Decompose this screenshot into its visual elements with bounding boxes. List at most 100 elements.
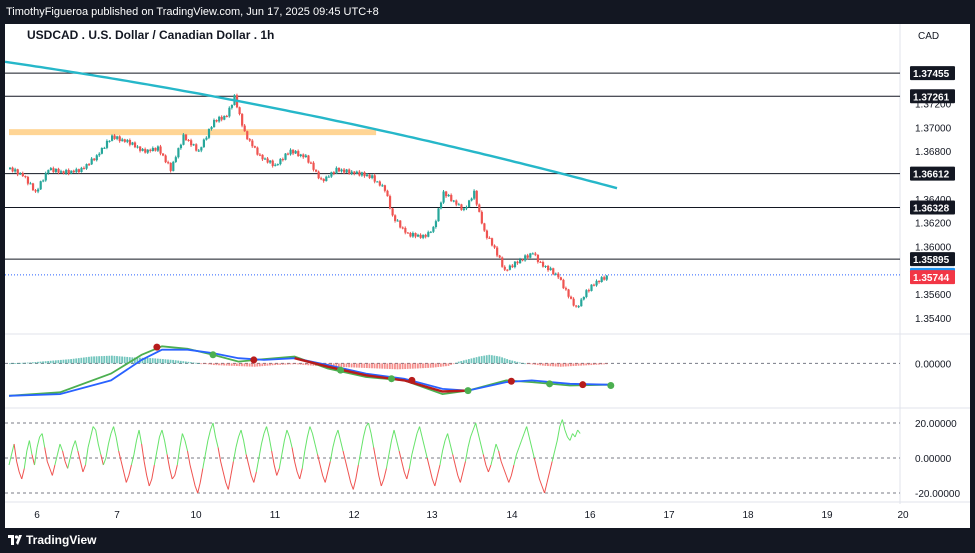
- macd-histogram-bar: [427, 363, 429, 368]
- candle-body: [192, 144, 195, 146]
- oscillator-segment: [118, 450, 122, 462]
- candle-body: [355, 171, 358, 174]
- oscillator-segment: [500, 461, 505, 469]
- macd-histogram-bar: [100, 356, 103, 364]
- oscillator-segment: [169, 468, 173, 480]
- oscillator-segment: [470, 429, 474, 438]
- macd-histogram-bar: [261, 363, 264, 367]
- oscillator-segment: [559, 419, 563, 427]
- macd-histogram-bar: [192, 362, 195, 364]
- candle-body: [184, 134, 188, 141]
- candle-body: [93, 158, 96, 161]
- macd-histogram-bar: [111, 355, 113, 364]
- candle-body: [332, 172, 336, 174]
- candle-body: [388, 196, 392, 209]
- time-tick-label: 16: [584, 510, 596, 521]
- candle-body: [516, 261, 519, 264]
- macd-histogram-bar: [539, 363, 542, 366]
- currency-label: CAD: [918, 31, 939, 42]
- macd-histogram-bar: [547, 363, 549, 367]
- macd-histogram-bar: [503, 358, 506, 364]
- chart-title: USDCAD . U.S. Dollar / Canadian Dollar .…: [27, 28, 274, 42]
- macd-histogram-bar: [572, 363, 575, 367]
- price-tick-label: 1.36800: [915, 147, 952, 158]
- oscillator-segment: [268, 436, 273, 452]
- candle-body: [179, 144, 183, 149]
- price-label-text: 1.35744: [913, 273, 950, 284]
- oscillator-segment: [212, 422, 217, 438]
- oscillator-segment: [90, 426, 94, 438]
- candle-body: [144, 149, 147, 153]
- candle-body: [496, 247, 499, 256]
- candle-body: [603, 277, 606, 280]
- candle-body: [353, 171, 356, 174]
- macd-histogram-bar: [363, 363, 366, 368]
- macd-histogram-bar: [54, 360, 57, 364]
- oscillator-tick-label: 0.00000: [915, 454, 952, 465]
- candle-body: [363, 172, 366, 177]
- candle-body: [9, 167, 12, 170]
- oscillator-segment: [286, 429, 290, 438]
- candle-body: [37, 189, 40, 192]
- oscillator-segment: [136, 429, 140, 441]
- macd-histogram-bar: [241, 363, 243, 367]
- macd-histogram-bar: [200, 363, 203, 365]
- macd-histogram-bar: [549, 363, 552, 367]
- candle-body: [187, 140, 190, 142]
- macd-histogram-bar: [498, 356, 501, 364]
- macd-histogram-bar: [164, 359, 167, 364]
- oscillator-segment: [260, 433, 265, 445]
- candle-body: [422, 234, 425, 238]
- macd-histogram-bar: [437, 363, 440, 368]
- candle-body: [587, 290, 591, 292]
- candle-body: [513, 261, 517, 268]
- candle-body: [580, 299, 583, 307]
- oscillator-segment: [447, 433, 451, 445]
- candle-body: [258, 154, 262, 156]
- candle-body: [350, 171, 353, 174]
- macd-histogram-bar: [513, 361, 516, 364]
- candle-body: [299, 154, 302, 156]
- macd-cross-dot: [464, 387, 472, 395]
- macd-histogram-bar: [478, 356, 480, 364]
- macd-histogram-bar: [197, 363, 200, 364]
- macd-histogram-bar: [62, 359, 65, 364]
- macd-histogram-bar: [391, 363, 394, 370]
- macd-histogram-bar: [485, 355, 488, 364]
- candle-body: [409, 232, 412, 237]
- candle-body: [21, 173, 24, 177]
- macd-histogram-bar: [343, 363, 345, 368]
- macd-histogram-bar: [567, 363, 570, 367]
- macd-histogram-bar: [264, 363, 266, 366]
- oscillator-segment: [215, 436, 219, 448]
- macd-histogram-bar: [67, 359, 70, 364]
- candle-body: [547, 265, 550, 271]
- macd-histogram-bar: [399, 363, 401, 370]
- oscillator-segment: [373, 447, 377, 462]
- oscillator-segment: [250, 475, 255, 483]
- macd-histogram-bar: [177, 360, 180, 364]
- macd-histogram-bar: [557, 363, 560, 367]
- macd-histogram-bar: [473, 357, 475, 364]
- candle-body: [506, 269, 509, 271]
- macd-histogram-bar: [598, 363, 600, 365]
- oscillator-segment: [421, 436, 426, 448]
- oscillator-segment: [11, 443, 15, 455]
- oscillator-segment: [515, 447, 520, 455]
- candle-body: [126, 140, 129, 142]
- candle-body: [348, 169, 351, 174]
- candle-body: [31, 183, 35, 191]
- macd-histogram-bar: [409, 363, 412, 369]
- oscillator-segment: [289, 436, 293, 448]
- candle-body: [424, 234, 427, 237]
- oscillator-tick-label: -20.00000: [915, 489, 960, 500]
- candle-body: [261, 154, 264, 160]
- macd-histogram-bar: [279, 363, 282, 365]
- candle-body: [279, 159, 282, 165]
- macd-histogram-bar: [404, 363, 407, 369]
- candle-body: [325, 176, 328, 182]
- macd-histogram-bar: [187, 361, 190, 364]
- oscillator-segment: [528, 436, 533, 448]
- oscillator-segment: [360, 436, 364, 452]
- candle-body: [557, 273, 560, 278]
